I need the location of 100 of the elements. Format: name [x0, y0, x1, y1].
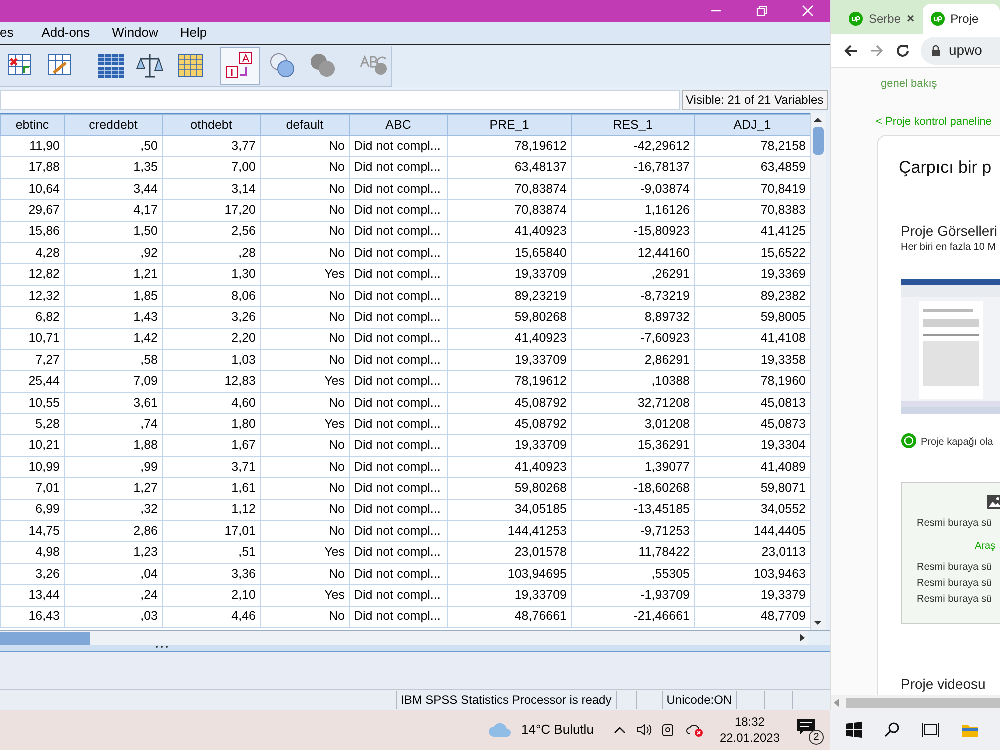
column-header[interactable]: default — [260, 114, 350, 136]
horizontal-scrollbar[interactable] — [0, 631, 808, 645]
menu-item[interactable]: es — [0, 23, 34, 43]
table-cell: Did not compl... — [350, 499, 448, 521]
column-header[interactable]: ADJ_1 — [694, 114, 810, 136]
table-cell: ,58 — [64, 349, 162, 371]
close-tab-icon[interactable]: × — [907, 9, 915, 29]
forward-icon[interactable] — [869, 42, 885, 58]
chevron-up-icon[interactable] — [614, 725, 626, 735]
column-header[interactable]: othdebt — [162, 114, 260, 136]
table-cell: No — [260, 285, 350, 307]
table-cell: No — [260, 392, 350, 414]
table-cell: 17,01 — [162, 520, 260, 542]
table-cell: ,04 — [64, 563, 162, 585]
table-cell: Did not compl... — [350, 306, 448, 328]
menu-item[interactable]: Add-ons — [34, 23, 98, 43]
table-cell: 41,40923 — [448, 221, 572, 242]
column-header[interactable]: PRE_1 — [448, 114, 572, 136]
table-cell: 4,17 — [64, 200, 162, 222]
table-cell: -9,71253 — [572, 520, 694, 542]
table-cell: Did not compl... — [350, 563, 448, 585]
browser-tab[interactable]: Serbe × — [841, 4, 923, 34]
table-cell: 45,08792 — [448, 392, 572, 414]
table-cell: 10,21 — [0, 434, 64, 456]
table-cell: 4,46 — [162, 606, 260, 628]
table-cell: 1,80 — [162, 414, 260, 435]
table-cell: Did not compl... — [350, 584, 448, 606]
favicon-icon — [930, 12, 945, 26]
task-view-icon[interactable] — [922, 722, 940, 738]
table-cell: Did not compl... — [350, 606, 448, 628]
search-icon[interactable] — [884, 722, 900, 738]
scrollbar-thumb[interactable] — [813, 127, 824, 155]
menu-item[interactable]: Window — [104, 23, 166, 43]
table-cell: 78,19612 — [448, 370, 572, 392]
table-cell: 6,99 — [0, 499, 64, 521]
menu-item[interactable]: Help — [172, 23, 216, 43]
table-cell: 29,67 — [0, 200, 64, 222]
value-labels-icon[interactable] — [225, 50, 255, 80]
table-cell: -16,78137 — [572, 156, 694, 178]
table-cell: Did not compl... — [350, 200, 448, 222]
table-cell: 59,80268 — [448, 478, 572, 500]
cloud-icon — [488, 722, 512, 738]
cloud-error-icon[interactable] — [686, 722, 704, 738]
table-cell: -9,03874 — [572, 178, 694, 200]
table-cell: Did not compl... — [350, 328, 448, 350]
notification-icon[interactable] — [796, 718, 816, 736]
card-title: Çarpıcı bir p — [899, 157, 992, 179]
scrollbar-thumb[interactable] — [846, 698, 1000, 708]
table-cell: Did not compl... — [350, 242, 448, 264]
table-cell: No — [260, 456, 350, 478]
column-header[interactable]: RES_1 — [572, 114, 694, 136]
windows-logo-icon[interactable] — [846, 722, 862, 738]
table-cell: Did not compl... — [350, 156, 448, 178]
table-cell: 3,26 — [162, 306, 260, 328]
column-header[interactable]: creddebt — [64, 114, 162, 136]
table-cell: No — [260, 349, 350, 371]
clock-date[interactable]: 22.01.2023 — [720, 730, 780, 746]
camera-icon[interactable] — [662, 722, 676, 738]
column-header[interactable]: ebtinc — [0, 114, 64, 136]
table-cell: 11,90 — [0, 136, 64, 157]
table-cell: 7,00 — [162, 156, 260, 178]
table-cell: 1,23 — [64, 542, 162, 564]
table-cell: 3,36 — [162, 563, 260, 585]
table-cell: 10,55 — [0, 392, 64, 414]
upload-drop-zone[interactable] — [901, 482, 1000, 624]
cell-editor-field[interactable] — [0, 90, 680, 110]
reload-icon[interactable] — [895, 42, 911, 58]
table-cell: ,32 — [64, 499, 162, 521]
table-cell: 1,43 — [64, 306, 162, 328]
back-icon[interactable] — [843, 42, 859, 58]
horizontal-scrollbar[interactable] — [831, 695, 1000, 710]
browser-tab[interactable]: Proje — [922, 4, 1000, 34]
restore-icon[interactable] — [756, 5, 768, 17]
table-cell: 1,30 — [162, 264, 260, 286]
table-cell: Yes — [260, 264, 350, 286]
table-cell: 12,83 — [162, 370, 260, 392]
clock-time[interactable]: 18:32 — [734, 714, 765, 730]
table-cell: Did not compl... — [350, 264, 448, 286]
table-cell: Yes — [260, 584, 350, 606]
weather-label[interactable]: 14°C Bulutlu — [522, 720, 594, 740]
column-header[interactable]: ABC — [350, 114, 448, 136]
splitter-handle-icon[interactable] — [155, 645, 169, 649]
address-bar[interactable]: upwo — [921, 36, 1000, 64]
section-title: Proje Görselleri — [901, 222, 998, 241]
table-cell: No — [260, 478, 350, 500]
folder-icon[interactable] — [962, 722, 978, 738]
vertical-scrollbar[interactable] — [810, 113, 826, 630]
table-cell: 32,71208 — [572, 392, 694, 414]
table-cell: No — [260, 328, 350, 350]
table-cell: 14,75 — [0, 520, 64, 542]
table-cell: 3,01208 — [572, 414, 694, 435]
speaker-icon[interactable] — [636, 722, 652, 738]
table-cell: 3,44 — [64, 178, 162, 200]
close-icon[interactable] — [802, 5, 814, 17]
table-cell: -42,29612 — [572, 136, 694, 157]
table-cell: ,55305 — [572, 563, 694, 585]
table-cell: 12,32 — [0, 285, 64, 307]
scrollbar-thumb[interactable] — [0, 632, 90, 644]
table-cell: 15,36291 — [572, 434, 694, 456]
table-cell: -7,60923 — [572, 328, 694, 350]
